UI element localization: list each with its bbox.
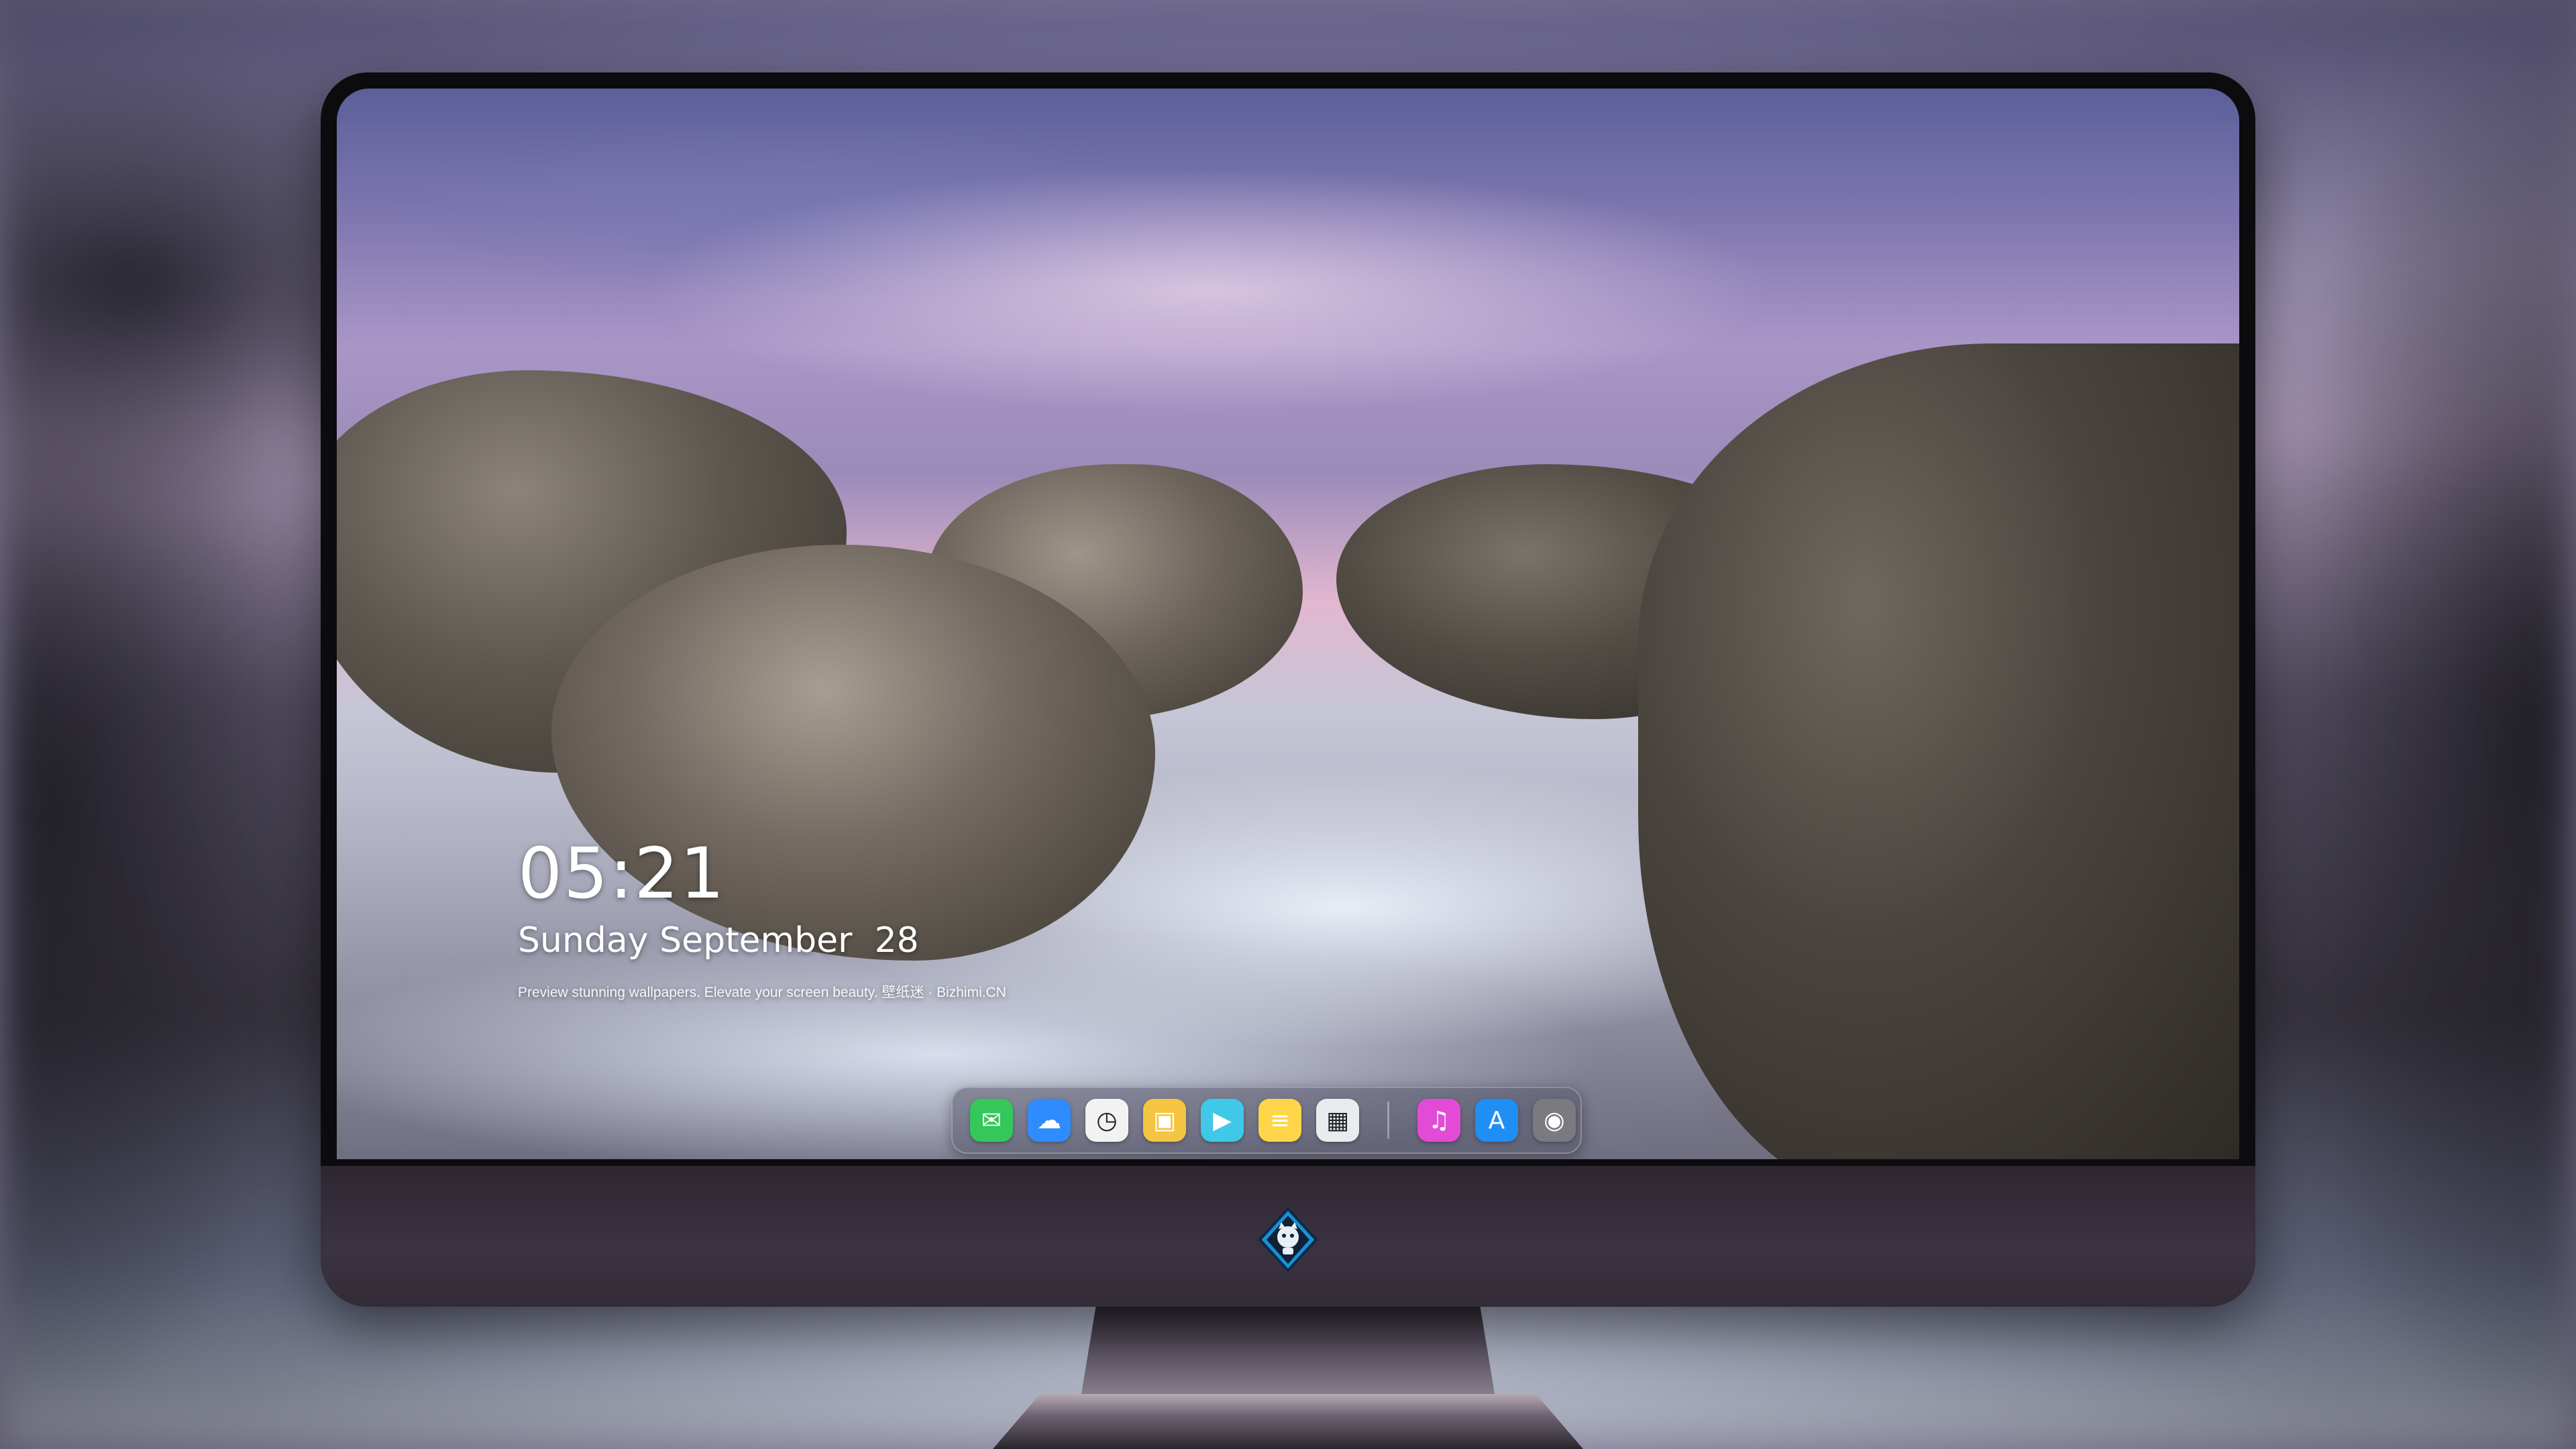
lock-screen-clock: 05:21 Sunday September 28 Preview stunni… [518,833,1006,1006]
wallpaper-tagline: Preview stunning wallpapers. Elevate you… [518,985,1006,1000]
dock: ✉ ☁ ◷ ▣ ▶ ≡ ▦ ♫ A ◉ [951,1087,1582,1154]
wallpaper-rock-right [1638,343,2239,1159]
notes-icon[interactable]: ≡ [1258,1099,1301,1142]
preview-icon[interactable]: ▣ [1143,1099,1186,1142]
photo-booth-icon[interactable]: ▦ [1316,1099,1359,1142]
monitor-stand-neck [1080,1301,1496,1402]
messages-icon[interactable]: ✉ [970,1099,1013,1142]
weather-icon[interactable]: ☁ [1028,1099,1071,1142]
camera-icon[interactable]: ◉ [1533,1099,1576,1142]
lock-screen[interactable]: 05:21 Sunday September 28 Preview stunni… [337,89,2239,1159]
itunes-icon[interactable]: ♫ [1417,1099,1460,1142]
clips-icon[interactable]: ▶ [1201,1099,1244,1142]
monitor-stand-base [993,1394,1583,1449]
dock-separator [1387,1102,1389,1139]
clock-icon[interactable]: ◷ [1085,1099,1128,1142]
clock-date: Sunday September 28 [518,920,919,961]
clock-time: 05:21 [518,833,726,914]
monitor: 05:21 Sunday September 28 Preview stunni… [321,72,2255,1307]
brand-logo-icon [1258,1207,1318,1273]
app-store-icon[interactable]: A [1475,1099,1518,1142]
